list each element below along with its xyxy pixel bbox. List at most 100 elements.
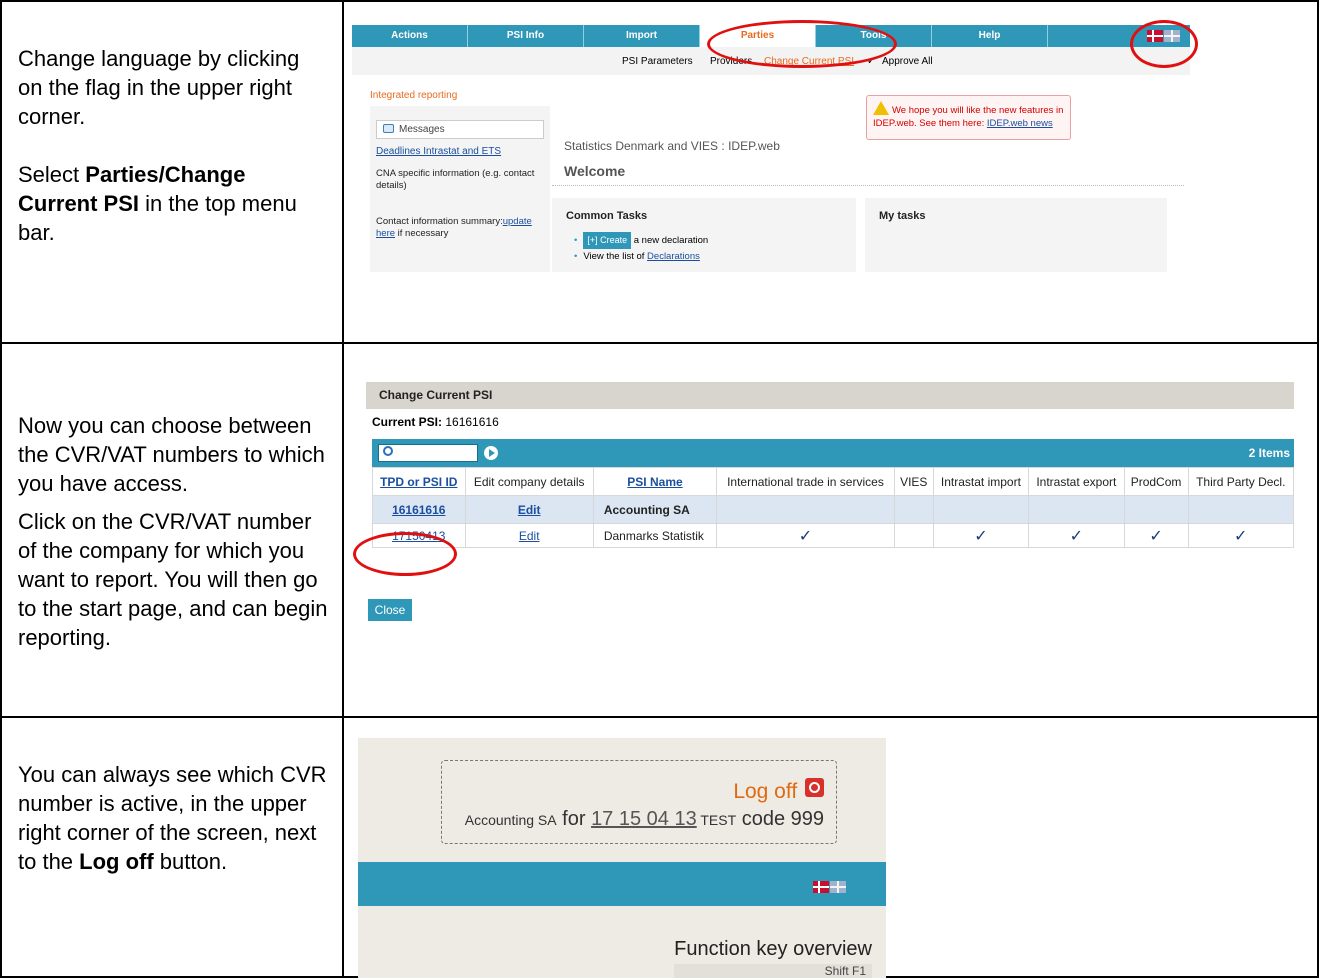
list-item: View the list of Declarations (574, 249, 708, 264)
page-subtitle: Statistics Denmark and VIES : IDEP.web (564, 139, 780, 153)
panel-title: My tasks (879, 210, 926, 222)
column-header: Intrastat export (1028, 467, 1125, 496)
cell: ✓ (932, 523, 1030, 548)
idep-news-link[interactable]: IDEP.web news (987, 118, 1053, 129)
instruction-text: Change language by clicking on the flag … (18, 46, 300, 129)
cell: ✓ (716, 523, 895, 548)
table-border (0, 716, 1319, 718)
table-header: TPD or PSI ID Edit company details PSI N… (372, 467, 1295, 496)
tab-psi-info[interactable]: PSI Info (468, 25, 584, 47)
screenshot-change-psi: Change Current PSI Current PSI: 16161616… (353, 382, 1295, 622)
table-row: 16161616 Edit Accounting SA (372, 495, 1295, 524)
go-button[interactable] (484, 446, 498, 460)
news-notice: We hope you will like the new features i… (866, 95, 1071, 140)
cell: ✓ (1028, 523, 1125, 548)
my-tasks-panel: My tasks (865, 198, 1167, 272)
cell: ✓ (1123, 523, 1189, 548)
session-box: Log off Accounting SA for 17 15 04 13 TE… (441, 760, 837, 844)
function-key-overview[interactable]: Function key overview (674, 938, 872, 961)
table-border (0, 342, 1319, 344)
sidebar: Messages Deadlines Intrastat and ETS CNA… (370, 106, 550, 272)
column-header: VIES (893, 467, 934, 496)
highlight-circle (353, 532, 457, 576)
cell (1187, 495, 1295, 524)
edit-link[interactable]: Edit (464, 495, 594, 524)
tab-help[interactable]: Help (932, 25, 1048, 47)
search-input[interactable] (378, 444, 478, 462)
cell (893, 523, 934, 548)
instruction-text: Now you can choose between the CVR/VAT n… (18, 413, 325, 496)
check-icon: ✓ (1234, 527, 1248, 545)
column-header: International trade in services (716, 467, 895, 496)
column-header: ProdCom (1123, 467, 1189, 496)
power-icon (805, 778, 824, 797)
messages-label: Messages (399, 124, 445, 135)
column-header[interactable]: TPD or PSI ID (372, 467, 466, 496)
psi-table: TPD or PSI ID Edit company details PSI N… (372, 467, 1295, 548)
instruction-text: Select Parties/Change Current PSI in the… (18, 162, 297, 245)
submenu-psi-parameters[interactable]: PSI Parameters (622, 56, 693, 67)
table-border (0, 0, 1319, 2)
table-row: 17150413 Edit Danmarks Statistik ✓ ✓ ✓ ✓… (372, 523, 1295, 548)
column-header: Intrastat import (932, 467, 1030, 496)
divider (552, 185, 1184, 186)
column-header: Third Party Decl. (1187, 467, 1295, 496)
header-bar (358, 862, 886, 906)
highlight-circle (707, 20, 897, 68)
tab-import[interactable]: Import (584, 25, 700, 47)
check-icon: ✓ (1069, 527, 1084, 545)
edit-link[interactable]: Edit (464, 523, 594, 548)
row3-instructions: You can always see which CVR number is a… (18, 760, 328, 876)
dialog-title: Change Current PSI (366, 382, 1294, 409)
check-icon: ✓ (798, 527, 813, 545)
cell (716, 495, 895, 524)
cell: ✓ (1187, 523, 1295, 548)
column-header[interactable]: PSI Name (592, 467, 718, 496)
grid-toolbar: 2 Items (372, 439, 1294, 467)
cell (1028, 495, 1125, 524)
uk-flag-icon[interactable] (830, 880, 846, 893)
contact-summary: Contact information summary:update here … (376, 216, 532, 239)
messages-box[interactable]: Messages (376, 120, 544, 139)
row1-instructions: Change language by clicking on the flag … (18, 44, 328, 247)
psi-name: Accounting SA (592, 495, 718, 524)
cell (893, 495, 934, 524)
psi-id-link[interactable]: 16161616 (372, 495, 466, 524)
integrated-reporting-link[interactable]: Integrated reporting (370, 90, 457, 101)
table-border (0, 0, 2, 978)
check-icon: ✓ (1149, 527, 1163, 545)
cna-info: CNA specific information (e.g. contact d… (376, 168, 535, 191)
common-tasks-panel: Common Tasks [+] Create a new declaratio… (552, 198, 856, 272)
tab-actions[interactable]: Actions (352, 25, 468, 47)
shortcut-label: Shift F1 (674, 964, 872, 978)
page-title: Welcome (564, 163, 626, 179)
active-company: Accounting SA for 17 15 04 13 TEST code … (464, 808, 824, 830)
create-button[interactable]: [+] Create (583, 232, 632, 249)
column-header: Edit company details (464, 467, 594, 496)
deadlines-link[interactable]: Deadlines Intrastat and ETS (376, 146, 501, 157)
declarations-link[interactable]: Declarations (647, 251, 700, 262)
close-button[interactable]: Close (368, 599, 412, 621)
table-border (342, 0, 344, 978)
search-icon (383, 446, 393, 456)
list-item: [+] Create a new declaration (574, 232, 708, 249)
instruction-text: Click on the CVR/VAT number of the compa… (18, 509, 328, 650)
row2-instructions: Now you can choose between the CVR/VAT n… (18, 411, 328, 652)
warning-icon (873, 101, 889, 115)
logoff-button[interactable]: Log off (733, 778, 824, 804)
psi-name: Danmarks Statistik (592, 523, 718, 548)
screenshot-home: Actions PSI Info Import Parties Tools He… (352, 20, 1198, 280)
panel-title: Common Tasks (566, 210, 648, 222)
cell (1123, 495, 1189, 524)
check-icon: ✓ (974, 527, 988, 545)
current-psi: Current PSI: 16161616 (372, 415, 499, 429)
screenshot-header: Log off Accounting SA for 17 15 04 13 TE… (358, 738, 886, 978)
instruction-text: You can always see which CVR number is a… (18, 762, 327, 874)
danish-flag-icon[interactable] (813, 880, 829, 893)
submenu-approve-all[interactable]: Approve All (882, 56, 933, 67)
cell (932, 495, 1030, 524)
language-flags (813, 878, 846, 896)
item-count: 2 Items (1248, 446, 1290, 460)
cvr-number: 17 15 04 13 (591, 808, 697, 830)
messages-icon (383, 124, 394, 133)
